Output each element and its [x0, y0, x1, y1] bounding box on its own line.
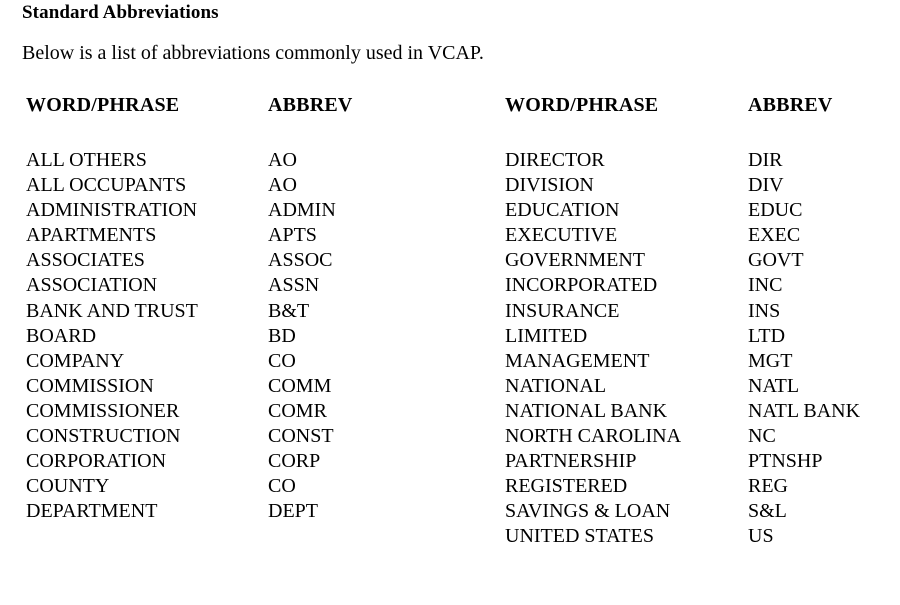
cell-abbrev: B&T	[268, 299, 310, 322]
cell-word-phrase: DEPARTMENT	[26, 500, 158, 523]
cell-word-phrase: ASSOCIATES	[26, 249, 145, 272]
cell-abbrev: COMR	[268, 399, 327, 422]
column-header-left-abbrev: ABBREV	[268, 94, 353, 116]
cell-word-phrase: PARTNERSHIP	[505, 450, 637, 473]
column-header-left-word-phrase: WORD/PHRASE	[26, 94, 180, 116]
cell-word-phrase: ADMINISTRATION	[26, 199, 198, 222]
cell-word-phrase: LIMITED	[505, 324, 588, 347]
intro-paragraph: Below is a list of abbreviations commonl…	[22, 42, 484, 64]
cell-abbrev: S&L	[748, 500, 787, 523]
cell-abbrev: ADMIN	[268, 199, 336, 222]
cell-abbrev: LTD	[748, 324, 786, 347]
table-header-row: WORD/PHRASE ABBREV WORD/PHRASE ABBREV	[0, 94, 900, 124]
cell-word-phrase: NATIONAL	[505, 374, 607, 397]
cell-word-phrase: BANK AND TRUST	[26, 299, 198, 322]
cell-abbrev: CO	[268, 475, 296, 498]
cell-word-phrase: COMMISSION	[26, 374, 154, 397]
cell-word-phrase: INCORPORATED	[505, 274, 658, 297]
cell-abbrev: ASSN	[268, 274, 320, 297]
cell-word-phrase: GOVERNMENT	[505, 249, 645, 272]
document-page: Standard Abbreviations Below is a list o…	[0, 0, 900, 605]
cell-word-phrase: CORPORATION	[26, 450, 167, 473]
cell-abbrev: PTNSHP	[748, 450, 823, 473]
cell-word-phrase: ASSOCIATION	[26, 274, 158, 297]
cell-abbrev: NATL	[748, 374, 800, 397]
cell-abbrev: BD	[268, 324, 296, 347]
abbreviations-table: WORD/PHRASE ABBREV WORD/PHRASE ABBREV AL…	[0, 94, 900, 547]
cell-abbrev: GOVT	[748, 249, 804, 272]
cell-word-phrase: BOARD	[26, 324, 97, 347]
cell-word-phrase: EXECUTIVE	[505, 224, 618, 247]
cell-word-phrase: APARTMENTS	[26, 224, 157, 247]
cell-word-phrase: COUNTY	[26, 475, 110, 498]
cell-abbrev: ASSOC	[268, 249, 333, 272]
cell-abbrev: AO	[268, 174, 297, 197]
cell-word-phrase: ALL OTHERS	[26, 149, 147, 171]
cell-word-phrase: COMMISSIONER	[26, 399, 180, 422]
cell-word-phrase: ALL OCCUPANTS	[26, 174, 187, 197]
cell-abbrev: APTS	[268, 224, 317, 247]
cell-abbrev: DEPT	[268, 500, 318, 523]
cell-word-phrase: EDUCATION	[505, 199, 620, 222]
cell-word-phrase: NORTH CAROLINA	[505, 425, 682, 448]
cell-word-phrase: DIRECTOR	[505, 149, 605, 171]
cell-word-phrase: MANAGEMENT	[505, 349, 650, 372]
cell-word-phrase: DIVISION	[505, 174, 594, 197]
cell-abbrev: EDUC	[748, 199, 803, 222]
cell-abbrev: AO	[268, 149, 297, 171]
cell-abbrev: MGT	[748, 349, 793, 372]
page-title: Standard Abbreviations	[22, 2, 219, 23]
cell-abbrev: DIV	[748, 174, 784, 197]
cell-word-phrase: UNITED STATES	[505, 525, 654, 548]
cell-abbrev: NATL BANK	[748, 399, 861, 422]
cell-word-phrase: SAVINGS & LOAN	[505, 500, 671, 523]
cell-abbrev: INC	[748, 274, 783, 297]
cell-word-phrase: COMPANY	[26, 349, 125, 372]
cell-abbrev: US	[748, 525, 774, 548]
cell-word-phrase: REGISTERED	[505, 475, 628, 498]
cell-abbrev: REG	[748, 475, 788, 498]
cell-abbrev: DIR	[748, 149, 783, 171]
column-header-right-word-phrase: WORD/PHRASE	[505, 94, 659, 116]
cell-abbrev: COMM	[268, 374, 332, 397]
cell-word-phrase: CONSTRUCTION	[26, 425, 181, 448]
cell-abbrev: CORP	[268, 450, 321, 473]
cell-abbrev: INS	[748, 299, 781, 322]
column-header-right-abbrev: ABBREV	[748, 94, 833, 116]
cell-abbrev: CONST	[268, 425, 334, 448]
cell-word-phrase: INSURANCE	[505, 299, 620, 322]
cell-word-phrase: NATIONAL BANK	[505, 399, 668, 422]
cell-abbrev: CO	[268, 349, 296, 372]
cell-abbrev: EXEC	[748, 224, 801, 247]
cell-abbrev: NC	[748, 425, 776, 448]
